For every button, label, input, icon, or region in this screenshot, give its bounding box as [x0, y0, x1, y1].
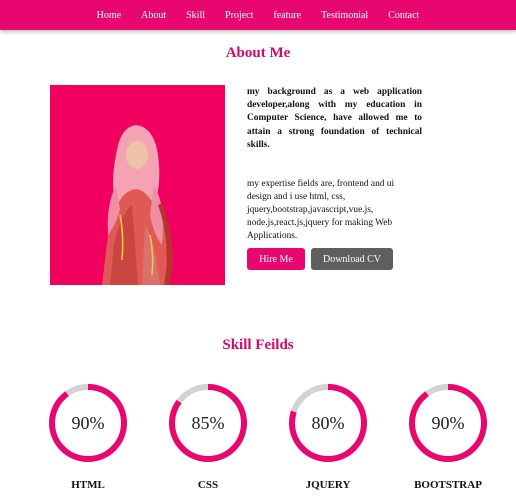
skill-name: BOOTSTRAP [414, 479, 482, 491]
background-paragraph: my background as a web application devel… [247, 87, 422, 150]
skill-bootstrap: 90% BOOTSTRAP [408, 378, 488, 498]
nav-project[interactable]: Project [225, 10, 253, 21]
download-cv-button[interactable]: Download CV [311, 248, 393, 270]
expertise-paragraph: my expertise fields are, frontend and ui… [247, 179, 395, 241]
nav-home[interactable]: Home [97, 10, 121, 21]
skill-name: HTML [71, 479, 105, 491]
top-nav: Home About Skill Project feature Testimo… [0, 0, 516, 30]
nav-about[interactable]: About [141, 10, 166, 21]
nav-feature[interactable]: feature [273, 10, 301, 21]
nav-testimonial[interactable]: Testimonial [321, 10, 368, 21]
hire-me-button[interactable]: Hire Me [247, 248, 305, 270]
skill-percent: 85% [191, 412, 225, 433]
skill-name: CSS [197, 479, 219, 491]
skill-css: 85% CSS [168, 378, 248, 498]
skill-percent: 90% [71, 412, 105, 433]
profile-photo [50, 85, 225, 285]
skill-percent: 90% [431, 412, 465, 433]
skills-title: Skill Feilds [222, 337, 294, 353]
skill-jquery: 80% JQUERY [288, 378, 368, 498]
profile-figure-image [50, 85, 225, 285]
skill-percent: 80% [311, 412, 345, 433]
nav-skill[interactable]: Skill [186, 10, 205, 21]
skill-html: 90% HTML [48, 378, 128, 498]
skill-name: JQUERY [305, 479, 351, 491]
about-title: About Me [225, 45, 291, 61]
nav-contact[interactable]: Contact [388, 10, 419, 21]
